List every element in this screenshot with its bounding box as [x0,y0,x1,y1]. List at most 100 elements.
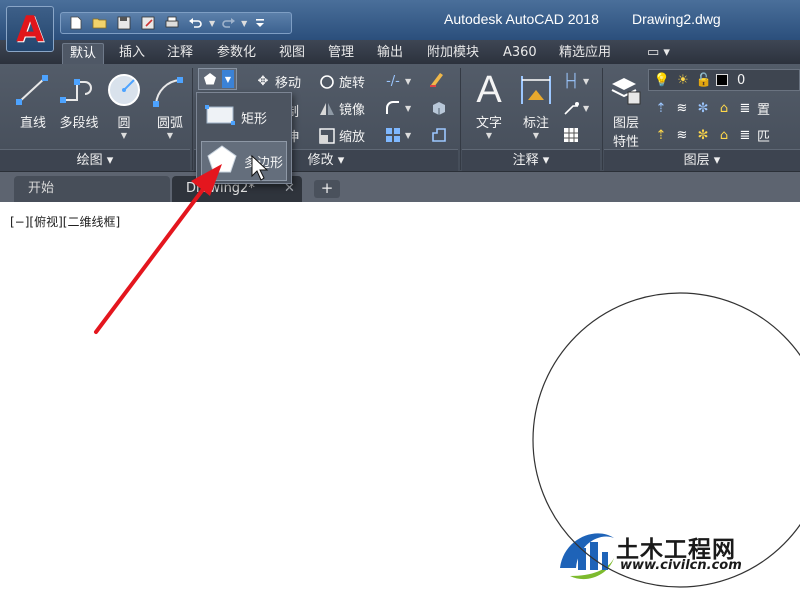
move-icon: ✥ [257,74,269,89]
tab-manage[interactable]: 管理 [321,43,361,64]
rotate-icon [318,73,336,91]
arc-tool[interactable]: 圆弧 ▼ [150,70,190,140]
text-tool[interactable]: A 文字 ▼ [468,68,510,141]
undo-dropdown-icon[interactable]: ▼ [209,19,215,28]
circle-dropdown-icon[interactable]: ▼ [104,131,144,140]
annotation-panel-footer[interactable]: 注释 ▾ [462,149,600,171]
panel-separator [192,68,193,170]
dimension-tool[interactable]: 标注 ▼ [514,70,558,140]
layer-dropdown[interactable]: 💡 ☀ 🔓 0 [648,69,800,91]
print-icon[interactable] [161,14,183,32]
layer-off-icon[interactable]: ⇡ [652,100,670,118]
tab-addins[interactable]: 附加模块 [420,43,486,64]
layer-unlock-icon[interactable]: ⌂ [715,127,733,145]
start-tab[interactable]: 开始 [14,176,170,202]
tab-insert[interactable]: 插入 [112,43,152,64]
rectangle-polygon-split-button[interactable]: ▼ [198,68,237,90]
layer-tools-row-2: ⇡ ≋ ✼ ⌂ ≣ 匹 [652,126,770,145]
leader-icon [562,99,580,117]
customize-toolbar-icon[interactable] [249,14,271,32]
tab-output[interactable]: 输出 [370,43,410,64]
circle-tool[interactable]: 圆 ▼ [104,70,144,140]
panel-separator [602,68,603,170]
leader-tool[interactable]: ▼ [562,99,589,117]
modify-panel-title: 修改 [307,153,334,168]
application-menu-button[interactable]: A [6,6,54,52]
text-dropdown-icon[interactable]: ▼ [468,131,510,140]
move-tool[interactable]: ✥ 移动 [254,72,301,91]
viewport-controls[interactable]: [−][俯视][二维线框] [10,213,120,230]
layer-tools-row-1: ⇡ ≋ ✼ ⌂ ≣ 置 [652,99,770,118]
layer-make-current-icon[interactable]: ≣ [736,100,754,118]
current-layer-name: 0 [737,72,746,88]
layers-panel-title: 图层 [683,153,710,168]
rectangle-polygon-dropdown: 矩形 多边形 [196,92,292,184]
line-tool[interactable]: 直线 [12,70,54,131]
tab-view[interactable]: 视图 [272,43,312,64]
redo-icon[interactable] [217,14,239,32]
watermark-url: www.civilcn.com [620,558,742,573]
open-folder-icon[interactable] [89,14,111,32]
save-as-icon[interactable] [137,14,159,32]
mirror-tool[interactable]: 镜像 [318,99,365,118]
layer-lock-icon[interactable]: ⌂ [715,100,733,118]
layer-properties-label-2: 特性 [612,135,639,150]
layer-isolate-icon[interactable]: ≋ [673,100,691,118]
solid-edit-tool[interactable] [430,99,448,117]
linear-dimension-tool[interactable]: ├┤ ▼ [562,72,589,90]
draw-panel-title: 绘图 [76,153,103,168]
rectangle-menu-item[interactable]: 矩形 [201,97,287,137]
linear-dimension-dropdown-icon[interactable]: ▼ [583,77,589,86]
new-tab-button[interactable]: + [314,180,340,198]
undo-icon[interactable] [185,14,207,32]
rotate-tool[interactable]: 旋转 [318,72,365,91]
panel-separator [460,68,461,170]
dimension-icon [516,70,556,110]
layer-unisolate-icon[interactable]: ≋ [673,127,691,145]
rotate-label: 旋转 [339,76,366,91]
ribbon-tab-bar: 默认 插入 注释 参数化 视图 管理 输出 附加模块 A360 精选应用 ▭ ▾ [0,40,800,64]
dimension-dropdown-icon[interactable]: ▼ [514,131,558,140]
new-file-icon[interactable] [65,14,87,32]
tab-featured-apps[interactable]: 精选应用 [552,43,618,64]
draw-panel-footer[interactable]: 绘图 ▾ [0,149,190,171]
polygon-menu-item[interactable]: 多边形 [201,141,287,181]
layer-match-icon[interactable]: ≣ [736,127,754,145]
polyline-label: 多段线 [59,116,99,131]
table-icon [562,126,580,144]
tab-annotate[interactable]: 注释 [160,43,200,64]
leader-dropdown-icon[interactable]: ▼ [583,104,589,113]
layer-freeze-icon[interactable]: ✼ [694,100,712,118]
fillet-tool[interactable]: ▼ [384,99,411,117]
trim-tool[interactable]: -/- ▼ [384,72,411,90]
redo-dropdown-icon[interactable]: ▼ [241,19,247,28]
text-label: 文字 [475,116,502,131]
table-tool[interactable] [562,126,580,144]
layer-properties-tool[interactable]: 图层 特性 [606,70,646,150]
trim-dropdown-icon[interactable]: ▼ [405,77,411,86]
arc-dropdown-icon[interactable]: ▼ [150,131,190,140]
tab-a360[interactable]: A360 [496,43,544,64]
tab-home[interactable]: 默认 [62,43,105,64]
offset-tool[interactable] [430,126,448,144]
layer-on-icon[interactable]: ⇡ [652,127,670,145]
layer-thaw-icon[interactable]: ✼ [694,127,712,145]
ribbon-options-icon[interactable]: ▭ ▾ [640,43,677,64]
polyline-tool[interactable]: 多段线 [56,70,102,131]
save-icon[interactable] [113,14,135,32]
fillet-dropdown-icon[interactable]: ▼ [405,104,411,113]
app-title: Autodesk AutoCAD 2018 [444,11,599,27]
rectangle-icon [205,104,235,130]
array-tool[interactable]: ▼ [384,126,411,144]
scale-tool[interactable]: 缩放 [318,126,365,145]
tab-parametric[interactable]: 参数化 [210,43,263,64]
text-icon: A [476,68,502,111]
dimension-label: 标注 [522,116,549,131]
erase-tool[interactable] [428,70,446,88]
array-dropdown-icon[interactable]: ▼ [405,131,411,140]
sun-icon: ☀ [677,72,689,88]
offset-icon [430,126,448,144]
split-dropdown-icon[interactable]: ▼ [222,70,234,88]
autocad-logo-icon: A [16,8,44,50]
layers-panel-footer[interactable]: 图层 ▾ [604,149,800,171]
